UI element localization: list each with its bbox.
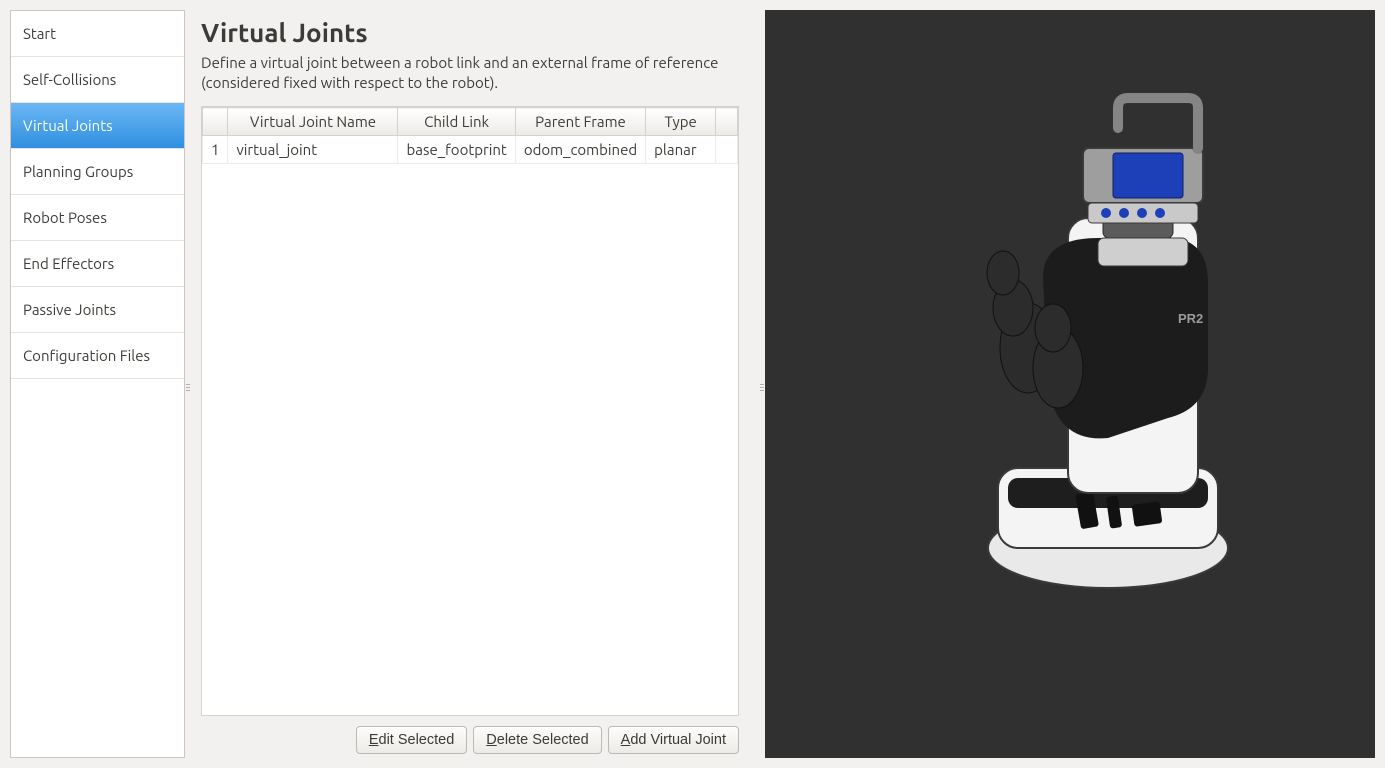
sidebar-item-label: Robot Poses — [23, 209, 107, 226]
table-cell-rownum: 1 — [203, 136, 228, 164]
sidebar-item-label: End Effectors — [23, 255, 114, 272]
sidebar-item-label: Self-Collisions — [23, 71, 116, 88]
sidebar: Start Self-Collisions Virtual Joints Pla… — [10, 10, 185, 758]
virtual-joints-table-wrap: Virtual Joint Name Child Link Parent Fra… — [201, 106, 739, 716]
table-header-parentframe[interactable]: Parent Frame — [515, 108, 645, 136]
main-panel: Virtual Joints Define a virtual joint be… — [191, 0, 759, 768]
button-label-rest: elete Selected — [497, 732, 589, 748]
button-row: Edit Selected Delete Selected Add Virtua… — [201, 716, 739, 758]
table-header-row: Virtual Joint Name Child Link Parent Fra… — [203, 108, 738, 136]
robot-icon: PR2 — [908, 48, 1268, 608]
page-description: Define a virtual joint between a robot l… — [201, 53, 739, 92]
table-header-type[interactable]: Type — [646, 108, 716, 136]
sidebar-item-label: Start — [23, 25, 56, 42]
table-cell-parentframe[interactable]: odom_combined — [515, 136, 645, 164]
delete-selected-button[interactable]: Delete Selected — [473, 726, 601, 754]
sidebar-item-self-collisions[interactable]: Self-Collisions — [11, 57, 184, 103]
table-row[interactable]: 1 virtual_joint base_footprint odom_comb… — [203, 136, 738, 164]
button-label-rest: dd Virtual Joint — [630, 732, 726, 748]
table-header-childlink[interactable]: Child Link — [398, 108, 515, 136]
sidebar-item-label: Passive Joints — [23, 301, 116, 318]
virtual-joints-table[interactable]: Virtual Joint Name Child Link Parent Fra… — [202, 107, 738, 164]
window: Start Self-Collisions Virtual Joints Pla… — [0, 0, 1385, 768]
splitter-handle-left[interactable] — [185, 0, 191, 768]
sidebar-item-virtual-joints[interactable]: Virtual Joints — [11, 103, 184, 149]
table-cell-childlink[interactable]: base_footprint — [398, 136, 515, 164]
mnemonic: A — [621, 732, 631, 748]
table-cell-type[interactable]: planar — [646, 136, 716, 164]
edit-selected-button[interactable]: Edit Selected — [356, 726, 467, 754]
sidebar-item-label: Virtual Joints — [23, 117, 113, 134]
sidebar-fill — [11, 379, 184, 757]
button-label-rest: dit Selected — [379, 732, 455, 748]
mnemonic: E — [369, 732, 379, 748]
table-cell-extra — [716, 136, 738, 164]
table-header-name[interactable]: Virtual Joint Name — [228, 108, 398, 136]
sidebar-item-robot-poses[interactable]: Robot Poses — [11, 195, 184, 241]
table-header-extra — [716, 108, 738, 136]
sidebar-item-label: Configuration Files — [23, 347, 150, 364]
sidebar-item-configuration-files[interactable]: Configuration Files — [11, 333, 184, 379]
sidebar-item-end-effectors[interactable]: End Effectors — [11, 241, 184, 287]
mnemonic: D — [486, 732, 496, 748]
table-cell-name[interactable]: virtual_joint — [228, 136, 398, 164]
add-virtual-joint-button[interactable]: Add Virtual Joint — [608, 726, 739, 754]
sidebar-item-planning-groups[interactable]: Planning Groups — [11, 149, 184, 195]
svg-text:PR2: PR2 — [1178, 311, 1203, 326]
sidebar-item-start[interactable]: Start — [11, 11, 184, 57]
table-header-rownum[interactable] — [203, 108, 228, 136]
sidebar-item-passive-joints[interactable]: Passive Joints — [11, 287, 184, 333]
robot-viewport[interactable]: PR2 — [765, 10, 1375, 758]
sidebar-item-label: Planning Groups — [23, 163, 133, 180]
page-title: Virtual Joints — [201, 18, 739, 47]
